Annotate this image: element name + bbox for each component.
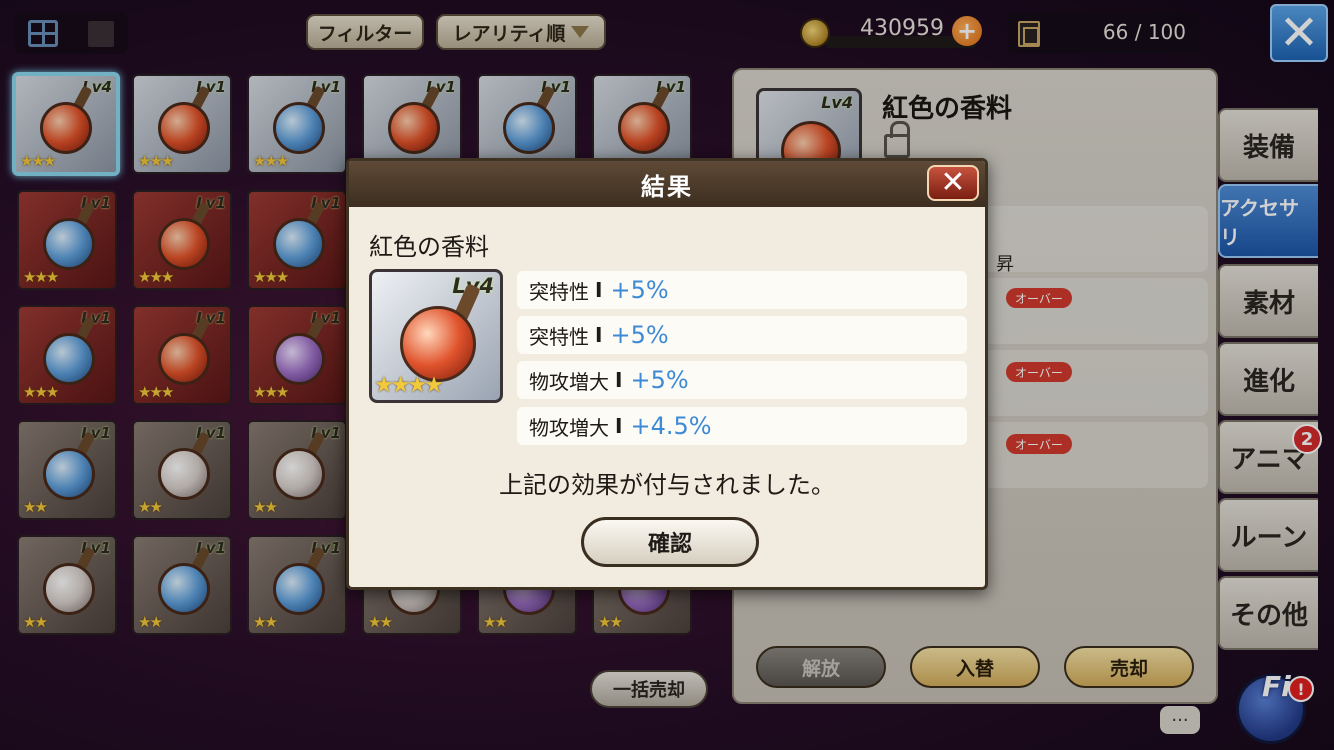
- red-flask-icon: [400, 306, 476, 382]
- effect-value: +5%: [610, 321, 669, 349]
- effect-name: 突特性: [529, 324, 589, 349]
- effect-row: 物攻増大 I +4.5%: [517, 407, 967, 445]
- effect-value: +4.5%: [630, 412, 712, 440]
- effect-separator: I: [615, 368, 623, 392]
- dialog-item-name: 紅色の香料: [369, 233, 489, 261]
- dialog-message: 上記の効果が付与されました。: [499, 471, 835, 499]
- effect-row: 突特性 I +5%: [517, 271, 967, 309]
- dialog-title: 結果: [349, 161, 985, 207]
- effect-name: 物攻増大: [529, 415, 609, 440]
- effect-name: 物攻増大: [529, 369, 609, 394]
- effect-name: 突特性: [529, 279, 589, 304]
- dialog-close-icon[interactable]: ✕: [927, 165, 979, 201]
- effect-separator: I: [595, 278, 603, 302]
- effect-value: +5%: [610, 276, 669, 304]
- effect-row: 物攻増大 I +5%: [517, 361, 967, 399]
- item-stars: ★★★★: [374, 373, 444, 398]
- effect-row: 突特性 I +5%: [517, 316, 967, 354]
- dialog-item-thumbnail: Lv4 ★★★★: [369, 269, 503, 403]
- effect-value: +5%: [630, 366, 689, 394]
- result-dialog: 結果 ✕ 紅色の香料 Lv4 ★★★★ 突特性 I +5% 突特性 I +5% …: [346, 158, 988, 590]
- effect-separator: I: [615, 414, 623, 438]
- confirm-button[interactable]: 確認: [581, 517, 759, 567]
- effect-separator: I: [595, 323, 603, 347]
